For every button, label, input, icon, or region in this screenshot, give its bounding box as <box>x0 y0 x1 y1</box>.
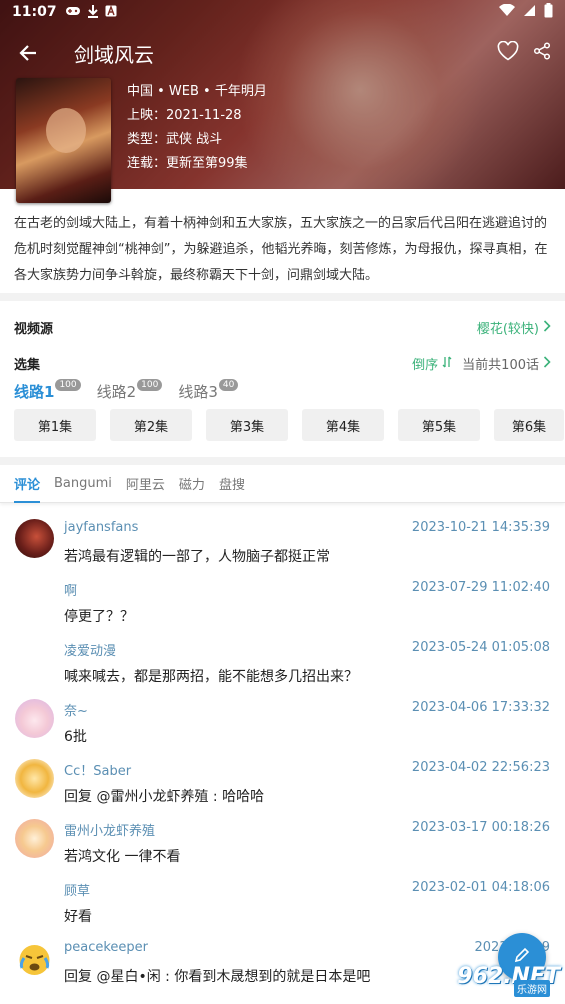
wifi-icon <box>499 3 515 21</box>
comment-text: 喊来喊去，都是那两招，能不能想多几招出来？ <box>64 669 358 685</box>
comment-item: 啊 2023-07-29 11:02:40 停更了？？ <box>0 576 565 636</box>
episode-total: 当前共100话 <box>462 358 539 373</box>
avatar[interactable] <box>15 819 54 858</box>
order-label: 倒序 <box>412 358 439 373</box>
watermark-subtext: 乐游网 <box>514 980 550 997</box>
route-count-badge: 40 <box>218 379 239 391</box>
crying-emoji-avatar[interactable] <box>15 939 54 978</box>
anime-poster[interactable] <box>16 78 111 203</box>
episode-list: 第1集 第2集 第3集 第4集 第5集 第6集 <box>14 409 564 441</box>
share-icon[interactable] <box>533 42 551 64</box>
comment-time: 2023-04-02 22:56:23 <box>411 760 550 775</box>
battery-icon <box>544 2 553 22</box>
route-count-badge: 100 <box>137 379 163 391</box>
comment-time: 2023-07-29 11:02:40 <box>411 580 550 595</box>
avatar[interactable] <box>15 519 54 558</box>
route-count-badge: 100 <box>55 379 81 391</box>
route-tab[interactable]: 线路3 40 <box>178 379 239 402</box>
comment-item: 雷州小龙虾养殖 2023-03-17 00:18:26 若鸿文化 一律不看 <box>0 816 565 876</box>
page-title: 剑域风云 <box>74 42 154 67</box>
app-bar: 剑域风云 <box>0 30 565 76</box>
comment-text: 停更了？？ <box>64 609 134 625</box>
comment-text: 回复 @星白•闲 : 你看到木晟想到的就是日本是吧 <box>64 969 371 985</box>
episode-select-label: 选集 <box>14 358 41 373</box>
synopsis-section: 在古老的剑域大陆上，有着十柄神剑和五大家族，五大家族之一的吕家后代吕阳在逃避追讨… <box>0 189 565 293</box>
release-line: 上映：2021-11-28 <box>127 108 242 123</box>
episode-button[interactable]: 第4集 <box>302 409 384 441</box>
episode-select-row: 选集 倒序 当前共100话 <box>14 354 551 373</box>
genre-line: 类型：武侠 战斗 <box>127 132 223 147</box>
comments-section: 评论 Bangumi 阿里云 磁力 盘搜 jayfansfans 2023-10… <box>0 465 565 1004</box>
comment-text: 回复 @雷州小龙虾养殖 : 哈哈哈 <box>64 789 265 805</box>
comment-username[interactable]: 雷州小龙虾养殖 <box>64 820 155 839</box>
comment-username[interactable]: 凌爱动漫 <box>64 640 116 659</box>
comment-time: 2023-10-21 14:35:39 <box>411 520 550 535</box>
site-watermark: 962.NET 乐游网 <box>428 955 560 997</box>
gamepad-icon <box>65 5 81 20</box>
tab-bangumi[interactable]: Bangumi <box>54 476 112 491</box>
anime-meta: 中国 • WEB • 千年明月 上映：2021-11-28 类型：武侠 战斗 连… <box>127 80 267 176</box>
episode-order-toggle[interactable]: 倒序 当前共100话 <box>412 354 551 373</box>
signal-icon <box>523 4 536 21</box>
route-tab[interactable]: 线路1 100 <box>14 379 81 402</box>
download-icon <box>87 4 99 21</box>
episode-button[interactable]: 第3集 <box>206 409 288 441</box>
comment-username[interactable]: peacekeeper <box>64 940 148 955</box>
tab-pansou[interactable]: 盘搜 <box>219 474 245 493</box>
episode-button[interactable]: 第5集 <box>398 409 480 441</box>
episodes-section: 视频源 樱花(较快) 选集 倒序 当前共100话 线路1100 线路2100 <box>0 301 565 457</box>
status-time: 11:07 <box>12 4 57 20</box>
comment-username[interactable]: Cc！Saber <box>64 760 131 779</box>
back-arrow-icon[interactable] <box>8 33 48 73</box>
episode-button[interactable]: 第2集 <box>110 409 192 441</box>
avatar[interactable] <box>15 699 54 738</box>
serial-line: 连载：更新至第99集 <box>127 156 248 171</box>
origin-line: 中国 • WEB • 千年明月 <box>127 84 267 99</box>
comment-text: 若鸿文化 一律不看 <box>64 849 181 865</box>
comment-item: 顾草 2023-02-01 04:18:06 好看 <box>0 876 565 936</box>
comment-tabs: 评论 Bangumi 阿里云 磁力 盘搜 <box>0 465 565 503</box>
episode-button[interactable]: 第1集 <box>14 409 96 441</box>
chevron-right-icon <box>543 319 551 336</box>
route-tab[interactable]: 线路2 100 <box>97 379 163 402</box>
a-badge-icon <box>105 4 117 20</box>
episode-button[interactable]: 第6集 <box>494 409 564 441</box>
sort-icon <box>442 356 452 372</box>
tab-aliyun[interactable]: 阿里云 <box>126 474 165 493</box>
comment-item: 凌爱动漫 2023-05-24 01:05:08 喊来喊去，都是那两招，能不能想… <box>0 636 565 696</box>
favorite-heart-icon[interactable] <box>497 40 519 65</box>
comment-text: 若鸿最有逻辑的一部了，人物脑子都挺正常 <box>64 549 330 565</box>
video-source-value: 樱花(较快) <box>476 322 539 337</box>
comment-time: 2023-02-01 04:18:06 <box>411 880 550 895</box>
avatar[interactable] <box>15 759 54 798</box>
comment-time: 2023-03-17 00:18:26 <box>411 820 550 835</box>
video-source-label: 视频源 <box>14 322 54 337</box>
comment-item: Cc！Saber 2023-04-02 22:56:23 回复 @雷州小龙虾养殖… <box>0 756 565 816</box>
comment-username[interactable]: 啊 <box>64 580 77 599</box>
comment-time: 2023-05-24 01:05:08 <box>411 640 550 655</box>
video-source-row[interactable]: 视频源 樱花(较快) <box>14 318 551 337</box>
comment-text: 好看 <box>64 909 92 925</box>
tab-magnet[interactable]: 磁力 <box>179 474 205 493</box>
comment-time: 2023-04-06 17:33:32 <box>411 700 550 715</box>
route-tabs: 线路1 100 线路2 100 线路3 40 <box>14 379 239 402</box>
comment-text: 6批 <box>64 729 87 745</box>
comment-item: 奈~ 2023-04-06 17:33:32 6批 <box>0 696 565 756</box>
comment-item: jayfansfans 2023-10-21 14:35:39 若鸿最有逻辑的一… <box>0 516 565 576</box>
chevron-right-icon <box>543 355 551 372</box>
comment-username[interactable]: 奈~ <box>64 700 88 719</box>
tab-comments[interactable]: 评论 <box>14 465 41 503</box>
status-bar: 11:07 <box>0 0 565 24</box>
comment-username[interactable]: 顾草 <box>64 880 90 899</box>
synopsis-text: 在古老的剑域大陆上，有着十柄神剑和五大家族，五大家族之一的吕家后代吕阳在逃避追讨… <box>14 216 548 283</box>
comment-username[interactable]: jayfansfans <box>64 520 138 535</box>
